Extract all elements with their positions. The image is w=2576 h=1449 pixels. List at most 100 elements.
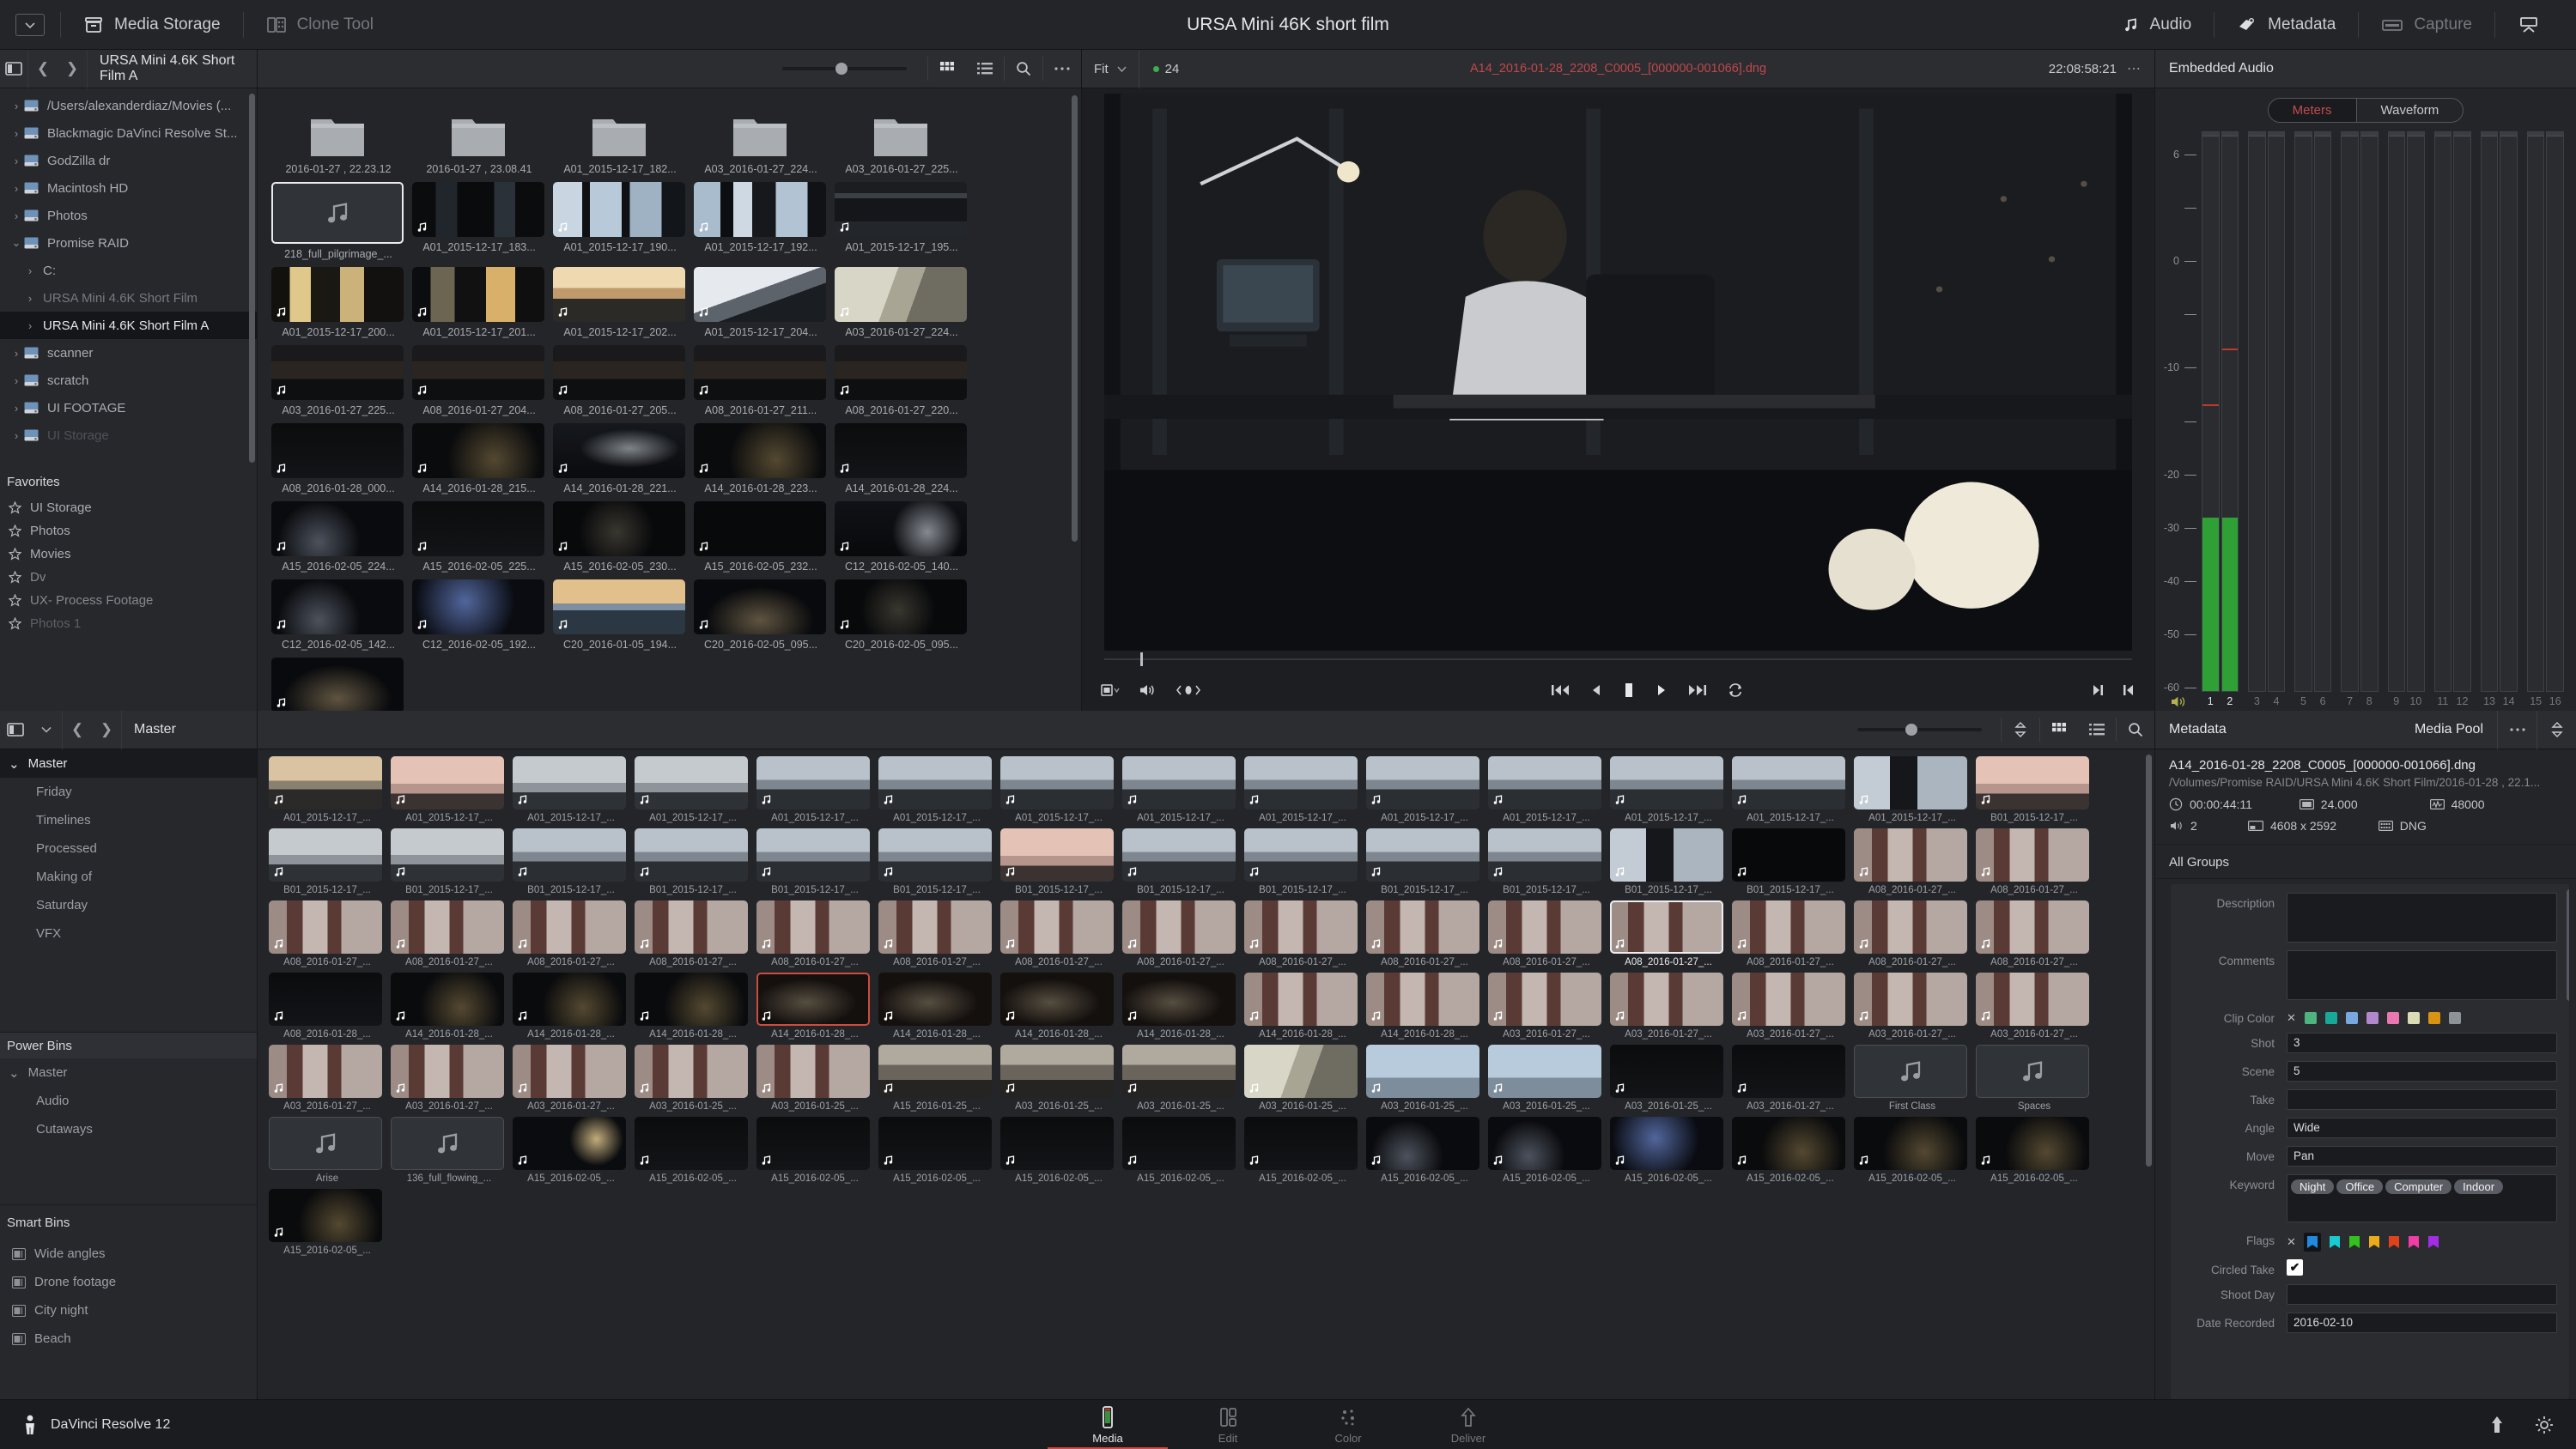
metadata-textarea[interactable] <box>2287 950 2557 1000</box>
bin-item[interactable]: Processed <box>0 834 257 863</box>
clip-thumbnail[interactable] <box>1854 756 1967 809</box>
clip-thumbnail[interactable] <box>1488 828 1601 882</box>
media-storage-item[interactable]: 2016-01-27 , 22.23.12 <box>271 97 405 175</box>
clip-thumbnail[interactable] <box>513 1045 626 1098</box>
clip-thumbnail[interactable] <box>513 1117 626 1170</box>
clip-thumbnail[interactable] <box>513 900 626 954</box>
clip-thumbnail[interactable] <box>1244 1117 1358 1170</box>
clip-thumbnail[interactable] <box>756 756 870 809</box>
clip-thumbnail[interactable] <box>1244 756 1358 809</box>
media-pool-clip[interactable]: A01_2015-12-17_... <box>1610 756 1727 823</box>
media-storage-item[interactable]: A03_2016-01-27_224... <box>835 267 969 338</box>
clip-thumbnail[interactable] <box>1244 1045 1358 1098</box>
favorite-item[interactable]: Photos 1 <box>0 612 257 635</box>
keyword-tag[interactable]: Indoor <box>2454 1179 2503 1194</box>
clip-thumbnail[interactable] <box>756 973 870 1026</box>
thumbnail-size-slider[interactable] <box>782 67 907 70</box>
metadata-text-input[interactable]: 2016-02-10 <box>2287 1313 2557 1333</box>
storage-scrollbar[interactable] <box>249 94 255 463</box>
media-pool-clip[interactable]: A01_2015-12-17_... <box>513 756 629 823</box>
media-pool-clip[interactable]: B01_2015-12-17_... <box>1488 828 1605 895</box>
media-pool-clip[interactable]: A14_2016-01-28_... <box>1122 973 1239 1040</box>
disclosure-triangle-icon[interactable]: › <box>9 127 24 140</box>
media-pool-clip[interactable]: A01_2015-12-17_... <box>756 756 873 823</box>
bin-item[interactable]: Saturday <box>0 891 257 919</box>
bin-item[interactable]: Making of <box>0 863 257 891</box>
media-pool-clip[interactable]: A08_2016-01-27_... <box>1976 900 2093 967</box>
keyword-tag[interactable]: Office <box>2336 1179 2383 1194</box>
media-pool-clip[interactable]: A01_2015-12-17_... <box>1854 756 1971 823</box>
clip-thumbnail[interactable] <box>412 267 544 322</box>
media-storage-item[interactable]: A14_2016-01-28_224... <box>835 423 969 494</box>
storage-tree-item[interactable]: ›GodZilla dr <box>0 147 257 174</box>
clip-thumbnail[interactable] <box>553 501 685 556</box>
media-storage-item[interactable]: A08_2016-01-27_205... <box>553 345 687 416</box>
media-storage-item[interactable]: A01_2015-12-17_200... <box>271 267 405 338</box>
clip-thumbnail[interactable] <box>756 1045 870 1098</box>
panel-toggle-button[interactable] <box>15 14 45 36</box>
media-pool-clip[interactable]: A01_2015-12-17_... <box>1244 756 1361 823</box>
media-pool-clip[interactable]: A08_2016-01-27_... <box>513 900 629 967</box>
page-tab-media[interactable]: Media <box>1048 1400 1168 1449</box>
clip-thumbnail[interactable] <box>269 973 382 1026</box>
clear-color-icon[interactable]: ✕ <box>2287 1011 2296 1025</box>
clip-thumbnail[interactable] <box>694 345 826 400</box>
storage-tree-item[interactable]: ⌄Promise RAID <box>0 229 257 257</box>
folder-thumbnail[interactable] <box>694 97 826 159</box>
media-storage-item[interactable]: A01_2015-12-17_183... <box>412 182 546 260</box>
stop-icon[interactable] <box>1623 682 1635 698</box>
clip-thumbnail[interactable] <box>1244 900 1358 954</box>
clip-thumbnail[interactable] <box>835 345 967 400</box>
media-pool-clip[interactable]: B01_2015-12-17_... <box>1244 828 1361 895</box>
media-storage-item[interactable]: A08_2016-01-27_220... <box>835 345 969 416</box>
media-storage-item[interactable]: 218_full_pilgrimage_... <box>271 182 405 260</box>
clone-tool-button[interactable]: Clone Tool <box>244 0 396 50</box>
smart-bin-item[interactable]: Drone footage <box>0 1268 257 1296</box>
storage-tree-item[interactable]: ›scanner <box>0 339 257 367</box>
favorite-item[interactable]: UI Storage <box>0 496 257 519</box>
clip-thumbnail[interactable] <box>1854 828 1967 882</box>
media-pool-clip[interactable]: A08_2016-01-27_... <box>1244 900 1361 967</box>
clip-thumbnail[interactable] <box>694 501 826 556</box>
clip-thumbnail[interactable] <box>1122 1117 1236 1170</box>
clip-thumbnail[interactable] <box>271 267 404 322</box>
clip-thumbnail[interactable] <box>835 579 967 634</box>
skip-to-start-icon[interactable] <box>1551 683 1570 697</box>
media-pool-clip[interactable]: A08_2016-01-27_... <box>1732 900 1849 967</box>
audio-clip-thumbnail[interactable] <box>391 1117 504 1170</box>
media-pool-clip[interactable]: A03_2016-01-25_... <box>635 1045 751 1112</box>
keyword-tag[interactable]: Night <box>2291 1179 2334 1194</box>
disclosure-triangle-icon[interactable]: › <box>9 374 24 387</box>
media-pool-clip[interactable]: A01_2015-12-17_... <box>1366 756 1483 823</box>
media-pool-clip[interactable]: A15_2016-02-05_... <box>635 1117 751 1184</box>
media-storage-item[interactable]: A15_2016-02-05_230... <box>553 501 687 573</box>
bin-item[interactable]: Cutaways <box>0 1115 257 1143</box>
media-pool-clip[interactable]: A14_2016-01-28_... <box>878 973 995 1040</box>
storage-tree-item[interactable]: ›Macintosh HD <box>0 174 257 202</box>
media-pool-clip[interactable]: B01_2015-12-17_... <box>635 828 751 895</box>
media-pool-clip[interactable]: A14_2016-01-28_... <box>391 973 507 1040</box>
circled-take-checkbox[interactable]: ✔ <box>2287 1259 2303 1276</box>
clip-thumbnail[interactable] <box>1000 900 1114 954</box>
disclosure-triangle-icon[interactable]: › <box>9 402 24 415</box>
media-storage-item[interactable]: A01_2015-12-17_204... <box>694 267 828 338</box>
media-pool-clip[interactable]: A03_2016-01-27_... <box>1488 973 1605 1040</box>
media-pool-clip[interactable]: A08_2016-01-27_... <box>1976 828 2093 895</box>
clip-thumbnail[interactable] <box>1732 973 1845 1026</box>
media-pool-clip[interactable]: B01_2015-12-17_... <box>1122 828 1239 895</box>
media-pool-scrollbar[interactable] <box>2146 755 2152 1167</box>
bin-item[interactable]: Timelines <box>0 806 257 834</box>
clip-thumbnail[interactable] <box>878 828 992 882</box>
clip-thumbnail[interactable] <box>269 1189 382 1242</box>
clip-thumbnail[interactable] <box>271 423 404 478</box>
media-pool-clip[interactable]: A01_2015-12-17_... <box>269 756 386 823</box>
loop-icon[interactable] <box>1728 683 1743 697</box>
clip-thumbnail[interactable] <box>1244 828 1358 882</box>
play-icon[interactable] <box>1656 683 1668 697</box>
media-pool-clip[interactable]: B01_2015-12-17_... <box>1976 756 2093 823</box>
clip-thumbnail[interactable] <box>835 501 967 556</box>
clip-thumbnail[interactable] <box>1488 1117 1601 1170</box>
flag-swatch[interactable] <box>2368 1235 2380 1249</box>
favorite-item[interactable]: Movies <box>0 543 257 566</box>
media-pool-clip[interactable]: A01_2015-12-17_... <box>391 756 507 823</box>
